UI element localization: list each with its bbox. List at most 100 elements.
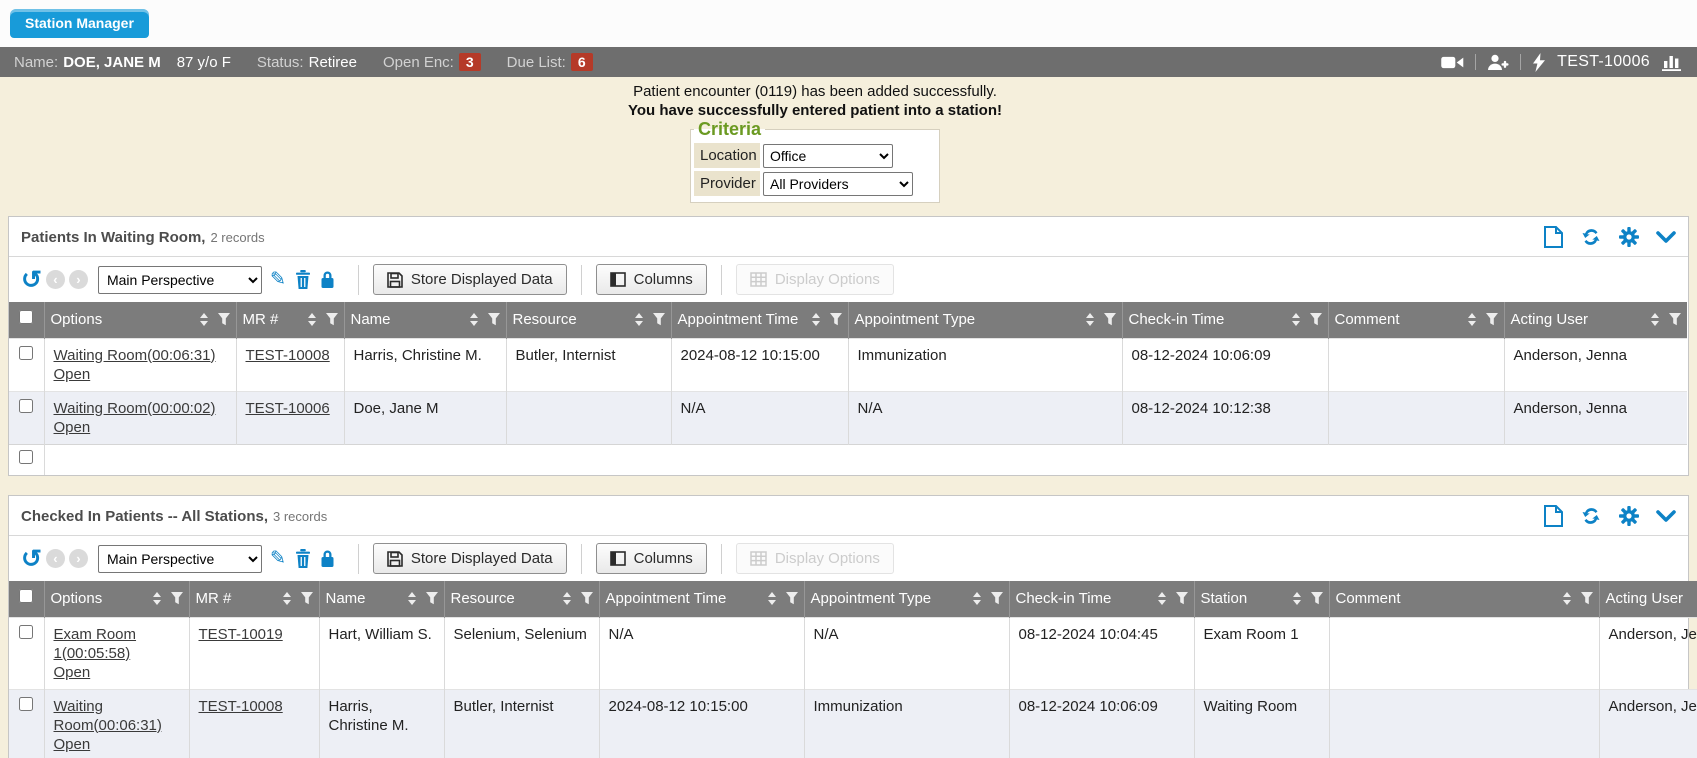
sort-icon[interactable]: [1468, 313, 1476, 326]
mr-link[interactable]: TEST-10008: [199, 697, 283, 716]
chevron-down-icon[interactable]: [1656, 231, 1676, 244]
row-checkbox[interactable]: [19, 399, 33, 413]
next-perspective-icon[interactable]: ›: [69, 270, 88, 289]
col-appt-time[interactable]: Appointment Time: [671, 302, 848, 338]
perspective-select[interactable]: Main Perspective: [98, 545, 262, 573]
new-document-icon[interactable]: [1544, 505, 1563, 527]
sort-icon[interactable]: [308, 313, 316, 326]
open-link[interactable]: Open: [54, 365, 91, 384]
open-link[interactable]: Open: [54, 418, 91, 437]
mr-link[interactable]: TEST-10008: [246, 346, 330, 365]
trash-icon[interactable]: [295, 549, 311, 568]
due-list-badge[interactable]: 6: [571, 53, 593, 71]
sort-icon[interactable]: [635, 313, 643, 326]
refresh-icon[interactable]: [1580, 227, 1602, 247]
filter-funnel-icon[interactable]: [1581, 592, 1593, 605]
select-all-checkbox[interactable]: [19, 589, 33, 603]
col-appt-type[interactable]: Appointment Type: [848, 302, 1122, 338]
lightning-icon[interactable]: [1532, 53, 1546, 72]
store-displayed-data-button[interactable]: Store Displayed Data: [373, 264, 567, 295]
col-checkin[interactable]: Check-in Time: [1009, 581, 1194, 617]
sort-icon[interactable]: [973, 592, 981, 605]
col-mr[interactable]: MR #: [189, 581, 319, 617]
tab-station-manager[interactable]: Station Manager: [10, 9, 149, 38]
filter-funnel-icon[interactable]: [1176, 592, 1188, 605]
filter-funnel-icon[interactable]: [488, 313, 500, 326]
open-link[interactable]: Open: [54, 663, 91, 682]
col-acting-user[interactable]: Acting User: [1504, 302, 1687, 338]
col-options[interactable]: Options: [44, 581, 189, 617]
col-resource[interactable]: Resource: [444, 581, 599, 617]
col-resource[interactable]: Resource: [506, 302, 671, 338]
sort-icon[interactable]: [1293, 592, 1301, 605]
sort-icon[interactable]: [563, 592, 571, 605]
col-comment[interactable]: Comment: [1329, 581, 1599, 617]
filter-funnel-icon[interactable]: [991, 592, 1003, 605]
prev-perspective-icon[interactable]: ‹: [46, 549, 65, 568]
select-all-checkbox[interactable]: [19, 310, 33, 324]
filter-funnel-icon[interactable]: [426, 592, 438, 605]
edit-pencil-icon[interactable]: ✎: [270, 268, 286, 291]
filter-funnel-icon[interactable]: [1310, 313, 1322, 326]
filter-funnel-icon[interactable]: [326, 313, 338, 326]
station-link[interactable]: Waiting Room(00:06:31): [54, 346, 216, 365]
chevron-down-icon[interactable]: [1656, 510, 1676, 523]
filter-funnel-icon[interactable]: [830, 313, 842, 326]
col-mr[interactable]: MR #: [236, 302, 344, 338]
select-all-footer-checkbox[interactable]: [19, 450, 33, 464]
col-comment[interactable]: Comment: [1328, 302, 1504, 338]
gear-icon[interactable]: [1619, 506, 1639, 526]
col-appt-time[interactable]: Appointment Time: [599, 581, 804, 617]
gear-icon[interactable]: [1619, 227, 1639, 247]
undo-icon[interactable]: ↺: [21, 549, 42, 569]
sort-icon[interactable]: [1651, 313, 1659, 326]
col-station[interactable]: Station: [1194, 581, 1329, 617]
lock-icon[interactable]: [320, 549, 335, 568]
row-checkbox[interactable]: [19, 625, 33, 639]
col-acting-user[interactable]: Acting User: [1599, 581, 1697, 617]
col-options[interactable]: Options: [44, 302, 236, 338]
store-displayed-data-button[interactable]: Store Displayed Data: [373, 543, 567, 574]
filter-funnel-icon[interactable]: [786, 592, 798, 605]
next-perspective-icon[interactable]: ›: [69, 549, 88, 568]
columns-button[interactable]: Columns: [596, 264, 707, 295]
mr-link[interactable]: TEST-10006: [246, 399, 330, 418]
mr-link[interactable]: TEST-10019: [199, 625, 283, 644]
prev-perspective-icon[interactable]: ‹: [46, 270, 65, 289]
sort-icon[interactable]: [200, 313, 208, 326]
add-person-icon[interactable]: [1487, 54, 1509, 71]
sort-icon[interactable]: [1086, 313, 1094, 326]
station-link[interactable]: Waiting Room(00:00:02): [54, 399, 216, 418]
open-enc-badge[interactable]: 3: [459, 53, 481, 71]
sort-icon[interactable]: [1563, 592, 1571, 605]
filter-funnel-icon[interactable]: [1486, 313, 1498, 326]
col-name[interactable]: Name: [319, 581, 444, 617]
filter-funnel-icon[interactable]: [1311, 592, 1323, 605]
station-link[interactable]: Exam Room 1(00:05:58): [54, 625, 180, 663]
edit-pencil-icon[interactable]: ✎: [270, 547, 286, 570]
sort-icon[interactable]: [812, 313, 820, 326]
col-checkin[interactable]: Check-in Time: [1122, 302, 1328, 338]
sort-icon[interactable]: [768, 592, 776, 605]
filter-funnel-icon[interactable]: [171, 592, 183, 605]
sort-icon[interactable]: [408, 592, 416, 605]
lock-icon[interactable]: [320, 270, 335, 289]
open-link[interactable]: Open: [54, 735, 91, 754]
bar-chart-icon[interactable]: [1661, 53, 1683, 71]
columns-button[interactable]: Columns: [596, 543, 707, 574]
filter-funnel-icon[interactable]: [1669, 313, 1681, 326]
row-checkbox[interactable]: [19, 697, 33, 711]
undo-icon[interactable]: ↺: [21, 270, 42, 290]
filter-funnel-icon[interactable]: [1104, 313, 1116, 326]
location-select[interactable]: Office: [763, 144, 893, 168]
filter-funnel-icon[interactable]: [301, 592, 313, 605]
provider-select[interactable]: All Providers: [763, 172, 913, 196]
perspective-select[interactable]: Main Perspective: [98, 266, 262, 294]
trash-icon[interactable]: [295, 270, 311, 289]
sort-icon[interactable]: [283, 592, 291, 605]
refresh-icon[interactable]: [1580, 506, 1602, 526]
filter-funnel-icon[interactable]: [653, 313, 665, 326]
sort-icon[interactable]: [1158, 592, 1166, 605]
sort-icon[interactable]: [470, 313, 478, 326]
new-document-icon[interactable]: [1544, 226, 1563, 248]
